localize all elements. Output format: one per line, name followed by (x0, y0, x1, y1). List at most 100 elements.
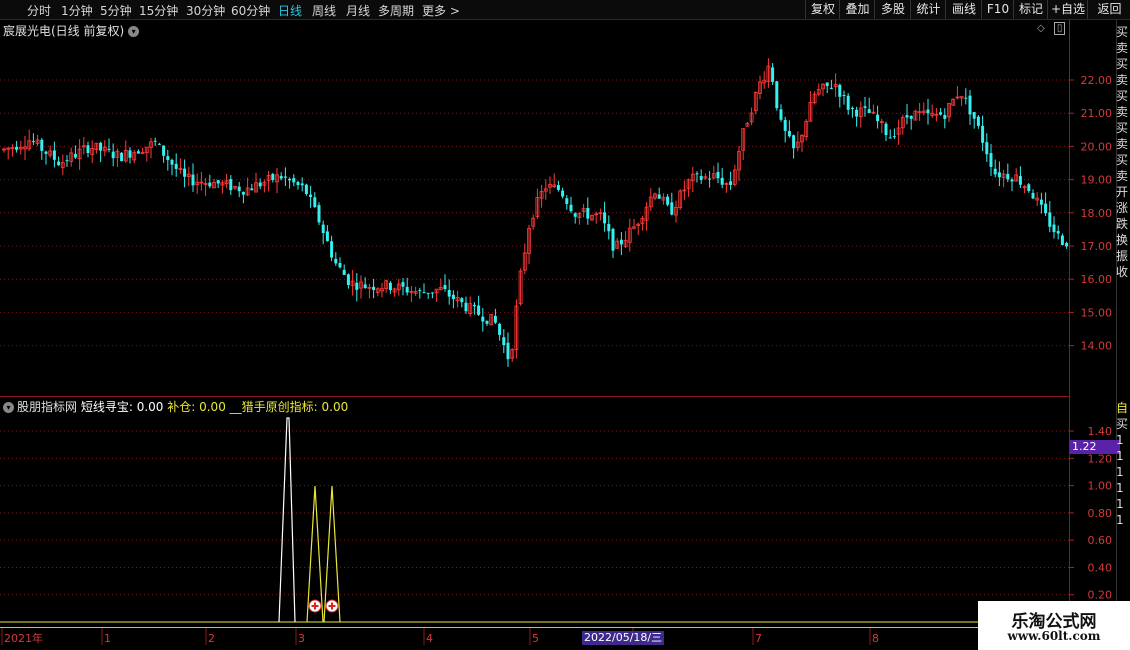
candle-body-down (86, 145, 90, 154)
candle-body-down (993, 168, 997, 175)
price-tick-label: 14.00 (1081, 340, 1113, 353)
candle-body-down (288, 178, 292, 181)
candle-body-down (40, 139, 44, 151)
indicator-series-3: __猎手原创指标: 0.00 (229, 400, 349, 414)
candle-body-down (1052, 224, 1056, 233)
chevron-down-icon[interactable]: ▾ (3, 402, 14, 413)
candle-body-down (296, 182, 300, 186)
candlestick-chart[interactable]: 22.0021.0020.0019.0018.0017.0016.0015.00… (0, 0, 1130, 650)
price-tick-label: 15.00 (1081, 306, 1113, 319)
x-axis-label: 3 (298, 632, 305, 645)
candle-body-down (313, 197, 317, 208)
watermark-url: www.60lt.com (1007, 629, 1101, 643)
candle-body-down (842, 94, 846, 96)
candle-body-down (258, 182, 262, 187)
candle-body-down (304, 184, 308, 195)
x-axis-label: 4 (426, 632, 433, 645)
candle-body-down (120, 152, 124, 162)
candle-body-down (1039, 199, 1043, 205)
candle-body-down (502, 337, 506, 345)
candle-body-down (855, 109, 859, 117)
candle-body-down (561, 190, 565, 197)
candle-body-down (136, 151, 140, 154)
candle-body-down (850, 107, 854, 110)
candle-body-down (498, 323, 502, 335)
candle-body-down (443, 285, 447, 290)
indicator-tick-label: 1.20 (1088, 452, 1113, 465)
candle-body-down (779, 109, 783, 120)
candle-body-down (1048, 212, 1052, 227)
candle-body-down (981, 125, 985, 143)
quote-digit: 1 (1116, 465, 1124, 479)
x-axis-label: 5 (532, 632, 539, 645)
cursor-date-label: 2022/05/18/三 (582, 631, 665, 645)
price-tick-label: 17.00 (1081, 240, 1113, 253)
candle-body-down (162, 145, 166, 156)
price-tick-label: 16.00 (1081, 273, 1113, 286)
candle-body-down (300, 183, 304, 186)
candle-body-down (388, 282, 392, 291)
price-tick-label: 18.00 (1081, 207, 1113, 220)
candle-body-down (65, 160, 69, 162)
quote-digit: 1 (1116, 481, 1124, 495)
candle-body-down (695, 173, 699, 175)
price-tick-label: 20.00 (1081, 140, 1113, 153)
candle-body-down (325, 231, 329, 242)
candle-body-down (241, 192, 245, 195)
candle-body-down (283, 176, 287, 178)
candle-body-down (657, 194, 661, 199)
candle-body-down (573, 213, 577, 217)
candle-body-down (829, 87, 833, 89)
candle-body-down (237, 186, 241, 192)
candle-body-down (271, 173, 275, 181)
candle-body-down (250, 188, 254, 191)
candle-body-down (426, 292, 430, 294)
candle-body-down (586, 208, 590, 219)
price-tick-label: 22.00 (1081, 74, 1113, 87)
candle-body-down (44, 151, 48, 154)
candle-body-down (481, 316, 485, 322)
indicator-spike-white (278, 417, 296, 623)
candle-body-down (607, 223, 611, 232)
candle-body-down (846, 95, 850, 110)
candle-body-down (771, 67, 775, 82)
candle-body-down (884, 123, 888, 136)
candle-body-down (976, 116, 980, 126)
quote-panel-edge: 买卖买卖买卖买卖买卖开涨跌换振收 (1116, 24, 1130, 394)
candle-body-down (506, 342, 510, 360)
candle-body-down (208, 182, 212, 187)
price-tick-label: 19.00 (1081, 174, 1113, 187)
candle-body-down (451, 294, 455, 300)
quote-panel-edge-lower: 自 买 1 1 1 1 1 1 (1116, 400, 1130, 600)
candle-body-down (447, 289, 451, 297)
candle-body-down (926, 109, 930, 114)
candle-body-down (892, 136, 896, 138)
candle-body-down (1027, 184, 1031, 191)
quote-digit: 1 (1116, 449, 1124, 463)
candle-body-down (107, 148, 111, 150)
candle-body-down (611, 228, 615, 251)
candle-body-down (279, 175, 283, 179)
indicator-tick-label: 0.80 (1088, 507, 1113, 520)
candle-body-down (556, 185, 560, 190)
candle-body-down (1065, 242, 1069, 247)
candle-body-down (346, 274, 350, 286)
candle-body-down (972, 112, 976, 119)
indicator-tick-label: 0.20 (1088, 589, 1113, 602)
candle-body-down (128, 150, 132, 158)
x-axis-label: 2021年 (4, 631, 43, 645)
candle-body-down (729, 181, 733, 185)
candle-body-down (876, 114, 880, 122)
quote-digit: 1 (1116, 497, 1124, 511)
candle-body-down (905, 115, 909, 118)
candle-body-down (867, 109, 871, 113)
candle-body-down (787, 131, 791, 137)
candle-body-down (1010, 179, 1014, 182)
candle-body-down (338, 262, 342, 268)
candle-body-down (401, 282, 405, 287)
candle-body-down (372, 286, 376, 290)
candle-body-down (170, 159, 174, 165)
candle-body-down (1044, 203, 1048, 214)
candle-body-down (73, 154, 77, 158)
candle-body-down (493, 315, 497, 323)
